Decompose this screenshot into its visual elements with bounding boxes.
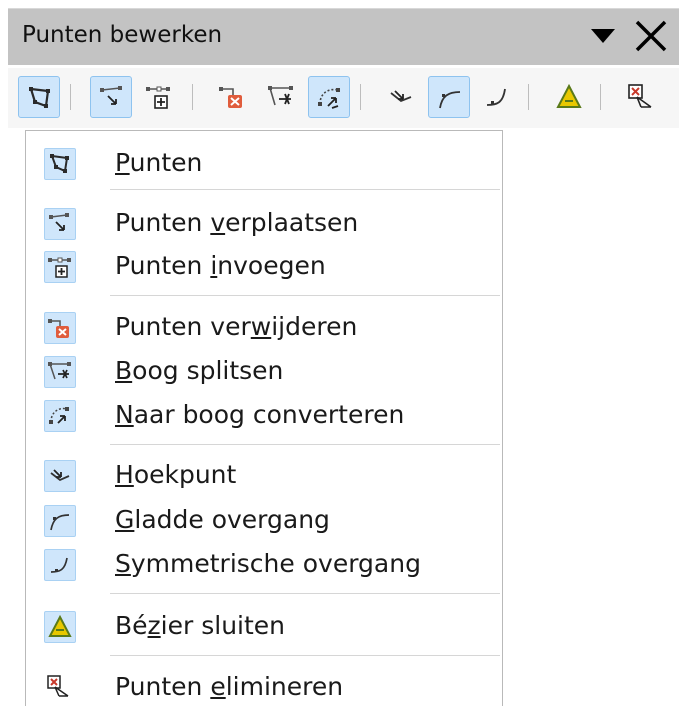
menu-item-boog-splitsen[interactable]: Boog splitsen [26, 353, 502, 395]
menu-separator [110, 444, 500, 445]
eliminate-points-icon [44, 672, 76, 704]
smooth-transition-icon [439, 91, 461, 109]
points-icon [29, 87, 50, 108]
menu-item-symmetrische-overgang[interactable]: Symmetrische overgang [26, 546, 502, 588]
close-bezier-button[interactable] [548, 76, 590, 118]
menu-item-punten[interactable]: Punten [26, 145, 502, 187]
symmetric-transition-icon [486, 88, 506, 106]
insert-points-button[interactable] [138, 76, 180, 118]
menu-item-label: Punten verplaatsen [115, 208, 359, 237]
menu-item-punten-invoegen[interactable]: Punten invoegen [26, 248, 502, 290]
menu-item-label: Naar boog converteren [115, 400, 405, 429]
menu-item-gladde-overgang[interactable]: Gladde overgang [26, 502, 502, 544]
points-icon [44, 148, 76, 180]
delete-points-button[interactable] [212, 76, 254, 118]
edit-points-menu: Punten Punten verplaatsen Punten invoege… [25, 130, 503, 706]
insert-points-icon [146, 86, 170, 109]
smooth-transition-button[interactable] [428, 76, 470, 118]
menu-separator [110, 295, 500, 296]
delete-points-icon [219, 87, 242, 108]
move-points-icon [100, 86, 122, 105]
menu-item-punten-elimineren[interactable]: Punten elimineren [26, 669, 502, 711]
insert-points-icon [44, 251, 76, 283]
toolbar-buttons [8, 68, 679, 128]
menu-item-label: Symmetrische overgang [115, 549, 421, 578]
menu-item-label: Hoekpunt [115, 460, 237, 489]
close-icon[interactable] [634, 19, 668, 53]
menu-item-label: Gladde overgang [115, 505, 330, 534]
eliminate-points-button[interactable] [620, 76, 662, 118]
menu-item-label: Punten verwijderen [115, 312, 358, 341]
toolbar-separator [360, 84, 361, 110]
edit-points-toolbar: Punten bewerken [8, 8, 679, 128]
corner-point-button[interactable] [380, 76, 422, 118]
menu-item-punten-verwijderen[interactable]: Punten verwijderen [26, 309, 502, 351]
symmetric-transition-icon [44, 549, 76, 581]
delete-points-icon [44, 312, 76, 344]
convert-to-curve-icon [318, 88, 340, 109]
triangle-down-icon[interactable] [590, 23, 616, 49]
menu-item-label: Punten elimineren [115, 672, 344, 701]
move-points-icon [44, 208, 76, 240]
toolbar-separator [600, 84, 601, 110]
close-bezier-icon [44, 611, 76, 643]
menu-item-label: Bézier sluiten [115, 611, 286, 640]
split-curve-icon [44, 356, 76, 388]
menu-item-naar-boog-converteren[interactable]: Naar boog converteren [26, 397, 502, 439]
menu-separator [110, 189, 500, 190]
close-bezier-icon [556, 83, 582, 108]
points-button[interactable] [18, 76, 60, 118]
symmetric-transition-button[interactable] [476, 76, 518, 118]
menu-item-hoekpunt[interactable]: Hoekpunt [26, 457, 502, 499]
corner-point-icon [390, 90, 412, 103]
toolbar-separator [70, 84, 71, 110]
move-points-button[interactable] [90, 76, 132, 118]
menu-item-label: Punten invoegen [115, 251, 326, 280]
menu-item-label: Boog splitsen [115, 356, 284, 385]
menu-item-punten-verplaatsen[interactable]: Punten verplaatsen [26, 205, 502, 247]
menu-item-bezier-sluiten[interactable]: Bézier sluiten [26, 608, 502, 650]
toolbar-titlebar[interactable]: Punten bewerken [8, 8, 679, 65]
convert-to-curve-button[interactable] [308, 76, 350, 118]
toolbar-separator [528, 84, 529, 110]
menu-item-label: Punten [115, 148, 203, 177]
eliminate-points-icon [628, 84, 652, 108]
convert-to-curve-icon [44, 400, 76, 432]
toolbar-separator [192, 84, 193, 110]
toolbar-title: Punten bewerken [22, 22, 223, 48]
split-curve-button[interactable] [260, 76, 302, 118]
menu-separator [110, 655, 500, 656]
menu-separator [110, 593, 500, 594]
corner-point-icon [44, 460, 76, 492]
smooth-transition-icon [44, 505, 76, 537]
split-curve-icon [268, 86, 293, 106]
